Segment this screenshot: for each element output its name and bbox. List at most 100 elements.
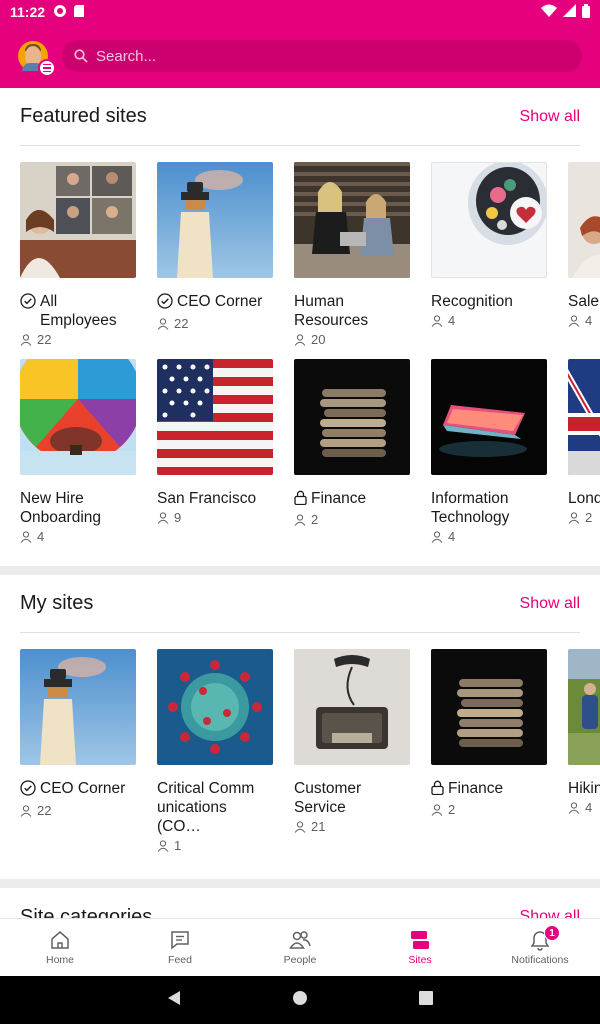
sites-icon — [411, 931, 429, 949]
nav-sites[interactable]: Sites — [360, 919, 480, 976]
featured-row-2: New Hire Onboarding 4 San Francisco 9 Fi… — [0, 347, 600, 544]
site-categories-header: Site categories Show all — [20, 888, 580, 919]
member-count: 20 — [311, 332, 326, 347]
two-women-laptop-photo — [294, 162, 410, 278]
site-card[interactable]: All Employees 22 — [20, 162, 136, 347]
site-name: Hikin — [568, 780, 600, 797]
member-icon — [431, 530, 443, 543]
old-telephone-photo — [294, 649, 410, 765]
my-sites-header: My sites Show all — [20, 575, 580, 633]
site-card[interactable]: Finance 2 — [431, 649, 547, 853]
member-icon — [20, 333, 32, 346]
site-name: Human Resources — [294, 293, 369, 329]
avatar[interactable] — [18, 41, 56, 77]
hot-air-balloon-photo — [20, 359, 136, 475]
back-icon[interactable] — [166, 990, 182, 1011]
site-card[interactable]: New Hire Onboarding 4 — [20, 359, 136, 544]
member-icon — [568, 314, 580, 327]
battery-icon — [582, 3, 590, 21]
my-sites-title: My sites — [20, 592, 94, 614]
site-card[interactable]: Customer Service 21 — [294, 649, 410, 853]
member-count: 4 — [585, 313, 593, 328]
member-icon — [431, 803, 443, 816]
notification-count-badge: 1 — [544, 925, 560, 941]
coins-photo — [431, 649, 547, 765]
verified-icon — [157, 293, 173, 314]
search-input[interactable]: Search... — [62, 40, 582, 72]
site-card[interactable]: Critical Comm unications (CO… 1 — [157, 649, 273, 853]
member-count: 22 — [174, 316, 189, 331]
nav-home[interactable]: Home — [0, 919, 120, 976]
app-notification-icon — [53, 4, 67, 21]
site-card[interactable]: Lond 2 — [568, 359, 600, 544]
laptop-glow-photo — [431, 359, 547, 475]
site-name: Customer Service — [294, 780, 362, 816]
featured-show-all-link[interactable]: Show all — [520, 108, 580, 126]
member-icon — [294, 333, 306, 346]
coins-photo — [294, 359, 410, 475]
site-name: Lond — [568, 490, 600, 507]
site-card[interactable]: Finance 2 — [294, 359, 410, 544]
site-card[interactable]: CEO Corner 22 — [157, 162, 273, 347]
featured-sites-section: Featured sites Show all All Employees 22… — [0, 88, 600, 566]
site-card[interactable]: San Francisco 9 — [157, 359, 273, 544]
site-name: Recognition — [431, 293, 513, 310]
my-sites-show-all-link[interactable]: Show all — [520, 595, 580, 613]
member-count: 2 — [585, 510, 593, 525]
lighthouse-photo — [157, 162, 273, 278]
member-icon — [568, 511, 580, 524]
nav-home-label: Home — [45, 954, 74, 966]
site-name: New Hire Onboarding — [20, 490, 102, 526]
system-navigation-bar — [0, 976, 600, 1024]
site-card[interactable]: Hikin 4 — [568, 649, 600, 853]
site-card[interactable]: CEO Corner 22 — [20, 649, 136, 853]
featured-row-1: All Employees 22 CEO Corner 22 Human Res… — [0, 146, 600, 347]
member-icon — [294, 820, 306, 833]
nav-notifications[interactable]: Notifications 1 — [480, 919, 600, 976]
verified-icon — [20, 780, 36, 801]
member-count: 1 — [174, 838, 182, 853]
site-card[interactable]: Sale 4 — [568, 162, 600, 347]
member-icon — [157, 839, 169, 852]
member-icon — [294, 513, 306, 526]
site-card[interactable]: Recognition 4 — [431, 162, 547, 347]
nav-notifications-label: Notifications — [511, 954, 569, 966]
my-sites-row: CEO Corner 22 Critical Comm unications (… — [0, 633, 600, 853]
member-icon — [431, 314, 443, 327]
categories-show-all-link[interactable]: Show all — [520, 908, 580, 918]
nav-people[interactable]: People — [240, 919, 360, 976]
search-placeholder: Search... — [96, 47, 157, 65]
member-count: 4 — [37, 529, 45, 544]
member-count: 22 — [37, 803, 52, 818]
site-name: All Employees — [40, 293, 117, 329]
nav-people-label: People — [283, 954, 317, 966]
people-icon — [289, 931, 311, 949]
site-name: CEO Corner — [40, 780, 126, 797]
sd-card-icon — [73, 4, 85, 21]
site-card[interactable]: Human Resources 20 — [294, 162, 410, 347]
member-icon — [157, 317, 169, 330]
nav-feed-label: Feed — [168, 954, 192, 966]
wifi-icon — [541, 4, 557, 20]
woman-portrait-photo — [568, 162, 600, 278]
status-time: 11:22 — [10, 4, 46, 20]
lock-icon — [294, 490, 307, 510]
home-button-icon[interactable] — [292, 990, 308, 1011]
site-name: CEO Corner — [177, 293, 263, 310]
main-content[interactable]: Featured sites Show all All Employees 22… — [0, 88, 600, 918]
member-icon — [20, 530, 32, 543]
nav-sites-label: Sites — [408, 954, 432, 966]
site-name: Finance — [448, 780, 504, 797]
member-count: 9 — [174, 510, 182, 525]
bottom-navigation: Home Feed People Sites Notifications 1 — [0, 918, 600, 976]
us-flag-photo — [157, 359, 273, 475]
member-icon — [568, 801, 580, 814]
verified-icon — [20, 293, 36, 314]
member-icon — [20, 804, 32, 817]
my-sites-section: My sites Show all CEO Corner 22 Critical… — [0, 575, 600, 879]
site-card[interactable]: Information Technology 4 — [431, 359, 547, 544]
featured-sites-title: Featured sites — [20, 105, 147, 127]
recents-icon[interactable] — [418, 990, 434, 1011]
nav-feed[interactable]: Feed — [120, 919, 240, 976]
site-name: Critical Comm unications (CO… — [157, 780, 255, 835]
